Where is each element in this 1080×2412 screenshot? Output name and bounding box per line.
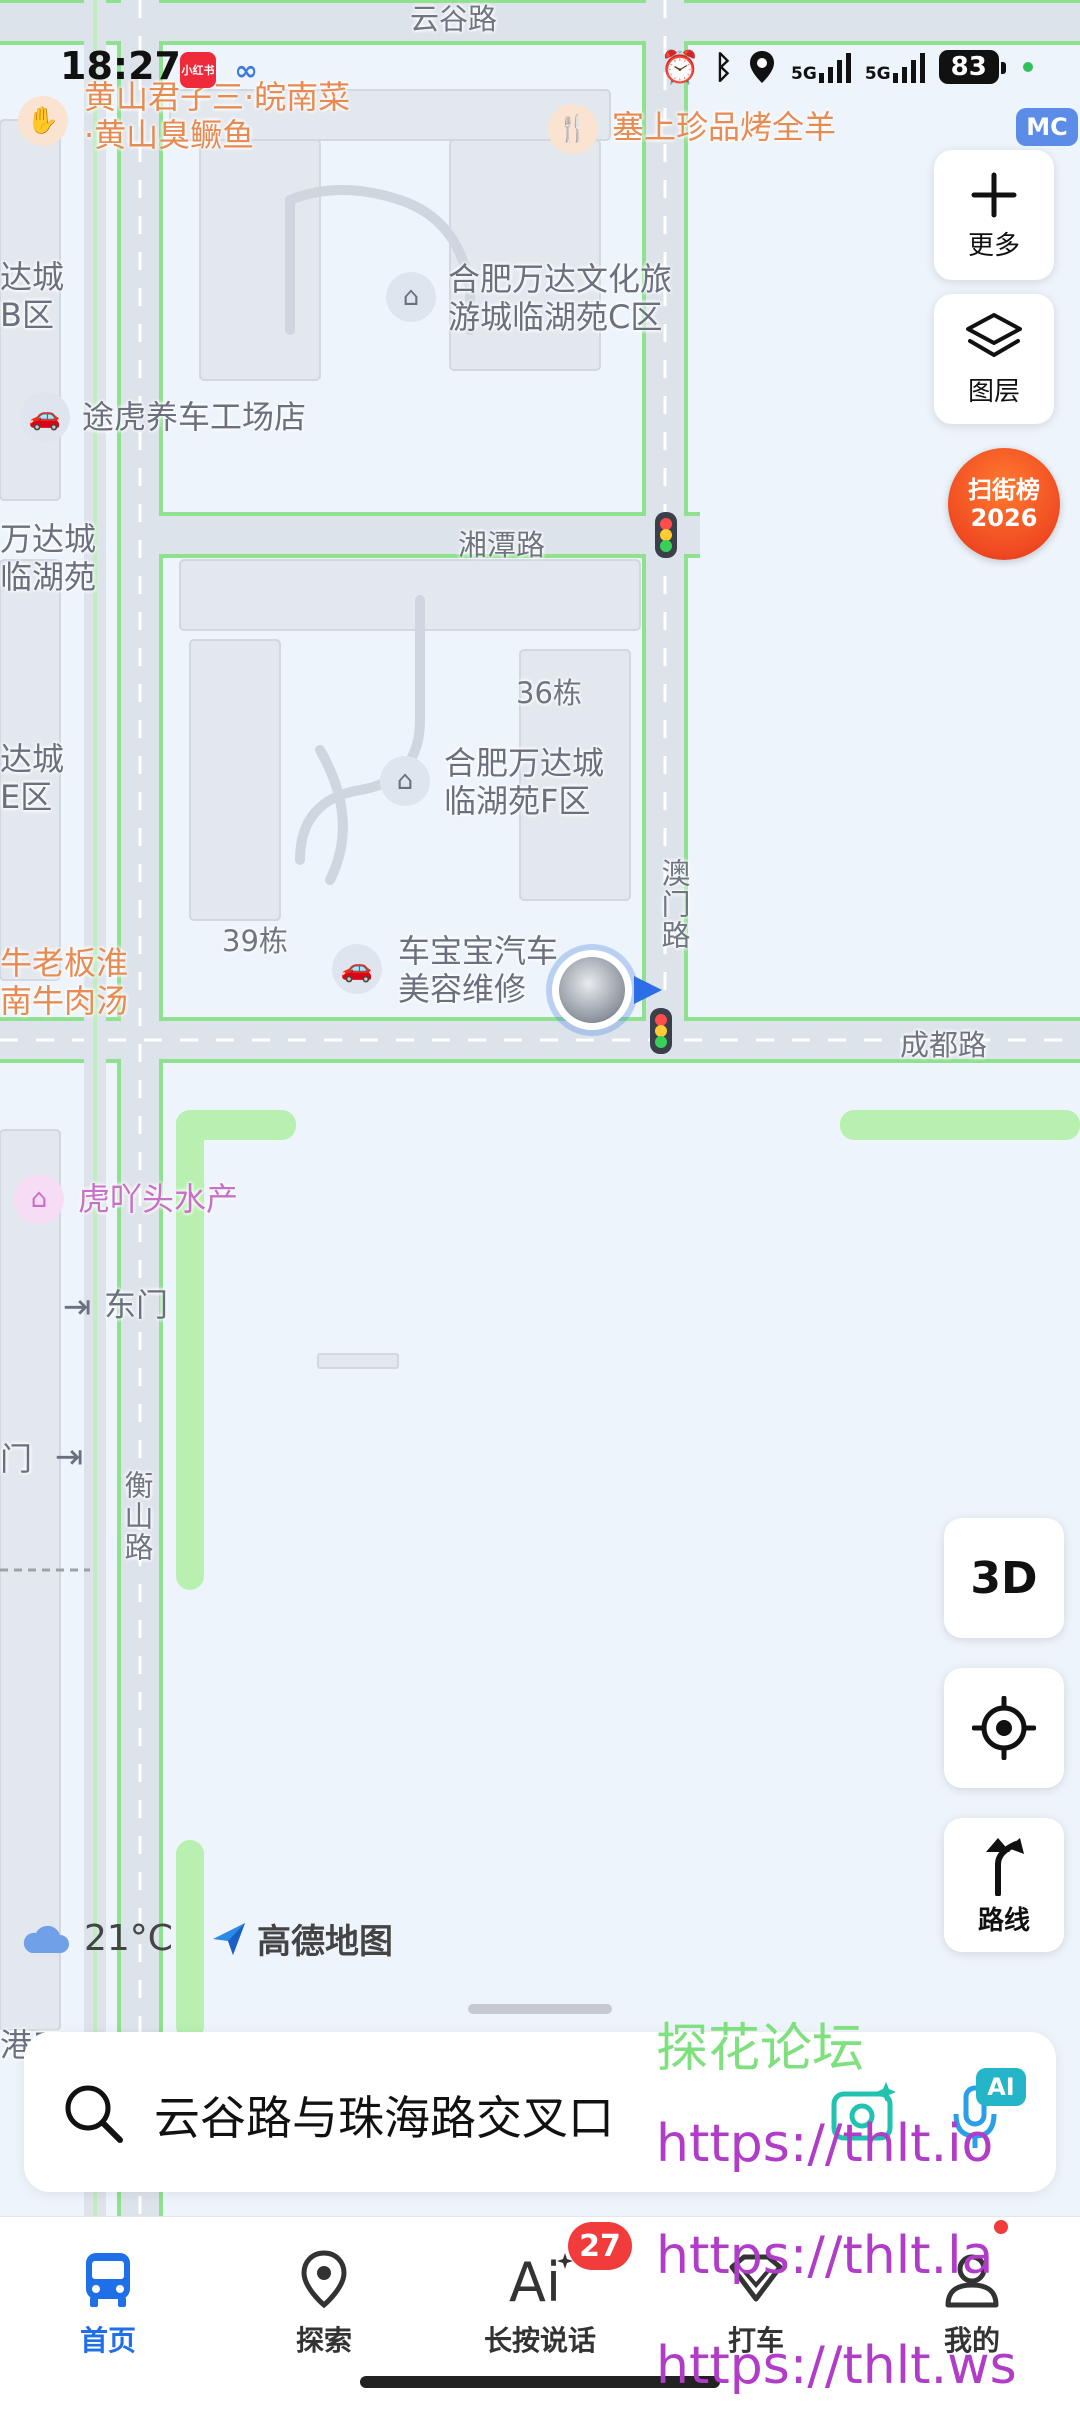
scan-line1: 扫街榜 <box>968 476 1040 504</box>
notification-badge: 27 <box>568 2222 632 2270</box>
user-location-marker[interactable] <box>552 950 632 1030</box>
3d-view-button[interactable]: 3D <box>944 1518 1064 1638</box>
car-service-icon[interactable]: 🚗 <box>20 392 70 442</box>
road-label-xiangtan: 湘潭路 <box>458 528 546 562</box>
residential-icon[interactable]: ⌂ <box>380 756 430 806</box>
road-label-chengdu: 成都路 <box>900 1028 988 1062</box>
poi-edge-2b[interactable]: 临湖苑 <box>0 558 96 596</box>
market-icon[interactable]: ⌂ <box>14 1174 64 1224</box>
xiaohongshu-icon: 小红书 <box>180 52 216 88</box>
signal-icon <box>818 51 851 83</box>
tab-explore[interactable]: 探索 <box>244 2247 404 2359</box>
more-button[interactable]: 更多 <box>934 150 1054 280</box>
map-canvas[interactable]: 云谷路 湘潭路 成都路 澳门路 衡山路 36栋 39栋 ✋ 黄山君子三·皖南菜 … <box>0 0 1080 2220</box>
temperature: 21°C <box>84 1918 173 1959</box>
3d-label: 3D <box>970 1552 1038 1604</box>
weather-widget[interactable]: 21°C 高德地图 <box>20 1914 393 1963</box>
mc-badge[interactable]: MC <box>1016 108 1078 146</box>
network-type-5g-2: 5G <box>864 64 891 84</box>
route-arrow-icon <box>986 1837 1024 1896</box>
status-bar: 18:27 小红书 ∞ ⏰ ᛒ 5G 5G 83 <box>0 0 1080 140</box>
building-label-36: 36栋 <box>516 676 582 710</box>
poi-tuhu[interactable]: 途虎养车工场店 <box>82 398 306 436</box>
road-label-hengshan: 衡山路 <box>120 1470 154 1563</box>
layers-label: 图层 <box>967 376 1020 407</box>
bus-icon <box>86 2253 130 2307</box>
poi-edge-1a[interactable]: 达城 <box>0 258 64 296</box>
profile-red-dot <box>994 2220 1008 2234</box>
more-label: 更多 <box>967 230 1020 261</box>
poi-niulaoban-line2[interactable]: 南牛肉汤 <box>0 982 128 1020</box>
watermark-url-2: https://thlt.la <box>656 2226 994 2286</box>
car-service-icon[interactable]: 🚗 <box>332 944 382 994</box>
poi-wanda-f-line1[interactable]: 合肥万达城 <box>444 744 604 782</box>
heading-arrow-icon <box>634 976 662 1004</box>
watermark-url-1: https://thlt.io <box>656 2114 994 2174</box>
avatar <box>559 957 625 1023</box>
scan-line2: 2026 <box>970 504 1038 532</box>
search-query[interactable]: 云谷路与珠海路交叉口 <box>154 2082 614 2148</box>
poi-dongmen[interactable]: 东门 <box>104 1286 168 1324</box>
poi-wanda-c-line2[interactable]: 游城临湖苑C区 <box>448 298 662 336</box>
layers-icon <box>966 312 1022 357</box>
ai-badge: AI <box>976 2068 1026 2106</box>
app-notification-icon: ∞ <box>234 53 258 87</box>
road-label-aomen: 澳门路 <box>657 858 691 951</box>
tab-voice-label: 长按说话 <box>483 2324 596 2357</box>
brand-name: 高德地图 <box>256 1922 393 1962</box>
poi-huyatou[interactable]: 虎吖头水产 <box>78 1180 238 1218</box>
tab-home[interactable]: 首页 <box>28 2247 188 2359</box>
poi-edge-3a[interactable]: 达城 <box>0 740 64 778</box>
crosshair-icon <box>972 1696 1036 1760</box>
poi-wanda-f-line2[interactable]: 临湖苑F区 <box>444 782 590 820</box>
gate-icon[interactable]: ⇥ <box>52 1282 102 1332</box>
tab-explore-label: 探索 <box>295 2324 352 2357</box>
building-label-39: 39栋 <box>222 924 288 958</box>
watermark-url-3: https://thlt.ws <box>656 2336 1017 2396</box>
search-icon <box>65 2085 123 2143</box>
privacy-dot-icon <box>1022 62 1033 72</box>
poi-edge-2a[interactable]: 万达城 <box>0 520 96 558</box>
battery-indicator: 83 <box>938 50 1007 84</box>
ai-voice-icon: Ai <box>509 2251 573 2311</box>
route-label: 路线 <box>977 1905 1030 1936</box>
alarm-icon: ⏰ <box>660 48 700 86</box>
gaode-logo-icon <box>212 1922 245 1955</box>
poi-niulaoban-line1[interactable]: 牛老板淮 <box>0 944 128 982</box>
poi-chebaobao-line1[interactable]: 车宝宝汽车 <box>398 932 558 970</box>
poi-edge-1b[interactable]: B区 <box>0 296 54 334</box>
poi-edge-3b[interactable]: E区 <box>0 778 52 816</box>
svg-text:Ai: Ai <box>509 2251 561 2311</box>
residential-icon[interactable]: ⌂ <box>386 272 436 322</box>
locate-button[interactable] <box>944 1668 1064 1788</box>
tab-home-label: 首页 <box>79 2324 136 2357</box>
gate-icon[interactable]: ⇥ <box>44 1432 94 1482</box>
network-type-5g: 5G <box>791 64 817 84</box>
layers-button[interactable]: 图层 <box>934 294 1054 424</box>
poi-chebaobao-line2[interactable]: 美容维修 <box>398 970 526 1008</box>
location-pin-icon <box>301 2250 347 2309</box>
poi-edge-men[interactable]: 门 <box>0 1440 32 1478</box>
status-time: 18:27 <box>60 44 181 88</box>
plus-icon <box>971 172 1017 217</box>
bluetooth-icon: ᛒ <box>713 48 734 86</box>
watermark-forum: 探花论坛 <box>656 2019 865 2079</box>
sheet-handle[interactable] <box>468 2004 612 2014</box>
location-pin-icon <box>750 51 775 83</box>
cloud-icon <box>23 1925 69 1953</box>
street-ranking-button[interactable]: 扫街榜 2026 <box>948 448 1060 560</box>
poi-wanda-c-line1[interactable]: 合肥万达文化旅 <box>448 260 672 298</box>
signal-icon <box>892 51 925 83</box>
route-button[interactable]: 路线 <box>944 1818 1064 1952</box>
